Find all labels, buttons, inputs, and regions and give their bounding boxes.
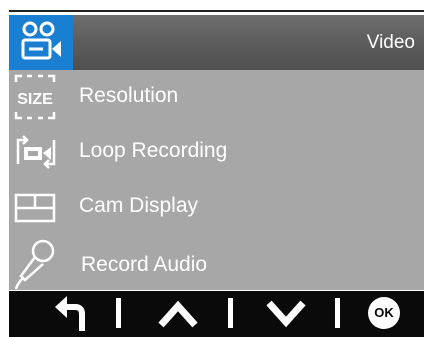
cam-display-icon <box>14 193 56 223</box>
menu-item-label: Cam Display <box>79 194 199 217</box>
size-icon: SIZE <box>14 74 56 120</box>
separator <box>116 298 121 328</box>
menu-item-loop-recording[interactable]: Loop Recording <box>9 125 424 180</box>
separator <box>335 298 340 328</box>
separator <box>228 298 233 328</box>
menu-item-record-audio[interactable]: Record Audio <box>9 235 424 290</box>
back-arrow-icon <box>55 296 85 331</box>
cam-display-icon-box <box>9 180 71 235</box>
down-button[interactable] <box>263 291 309 337</box>
chevron-down-icon <box>266 300 306 328</box>
top-border <box>9 10 424 12</box>
menu-item-label: Loop Recording <box>79 139 228 162</box>
menu-screen: Video SIZE Resolution Loop Recording Cam… <box>9 15 424 290</box>
video-camera-icon <box>21 21 61 60</box>
size-icon-box: SIZE <box>9 70 71 125</box>
microphone-icon-box <box>9 235 71 290</box>
control-bar: OK <box>9 291 424 337</box>
menu-item-label: Resolution <box>79 84 179 107</box>
loop-recording-icon <box>16 135 56 169</box>
menu-item-resolution[interactable]: SIZE Resolution <box>9 70 424 125</box>
menu-header: Video <box>9 15 424 70</box>
ok-button[interactable]: OK <box>368 291 402 337</box>
back-button[interactable] <box>51 291 91 337</box>
chevron-up-icon <box>158 300 198 328</box>
header-icon-box <box>9 15 73 70</box>
ok-icon: OK <box>368 297 400 329</box>
size-icon-text: SIZE <box>17 91 53 108</box>
loop-recording-icon-box <box>9 125 71 180</box>
page-title: Video <box>366 32 415 53</box>
menu-item-label: Record Audio <box>81 253 208 276</box>
menu-item-cam-display[interactable]: Cam Display <box>9 180 424 235</box>
device-frame: Video SIZE Resolution Loop Recording Cam… <box>0 0 433 337</box>
up-button[interactable] <box>155 291 201 337</box>
microphone-icon <box>14 239 55 290</box>
